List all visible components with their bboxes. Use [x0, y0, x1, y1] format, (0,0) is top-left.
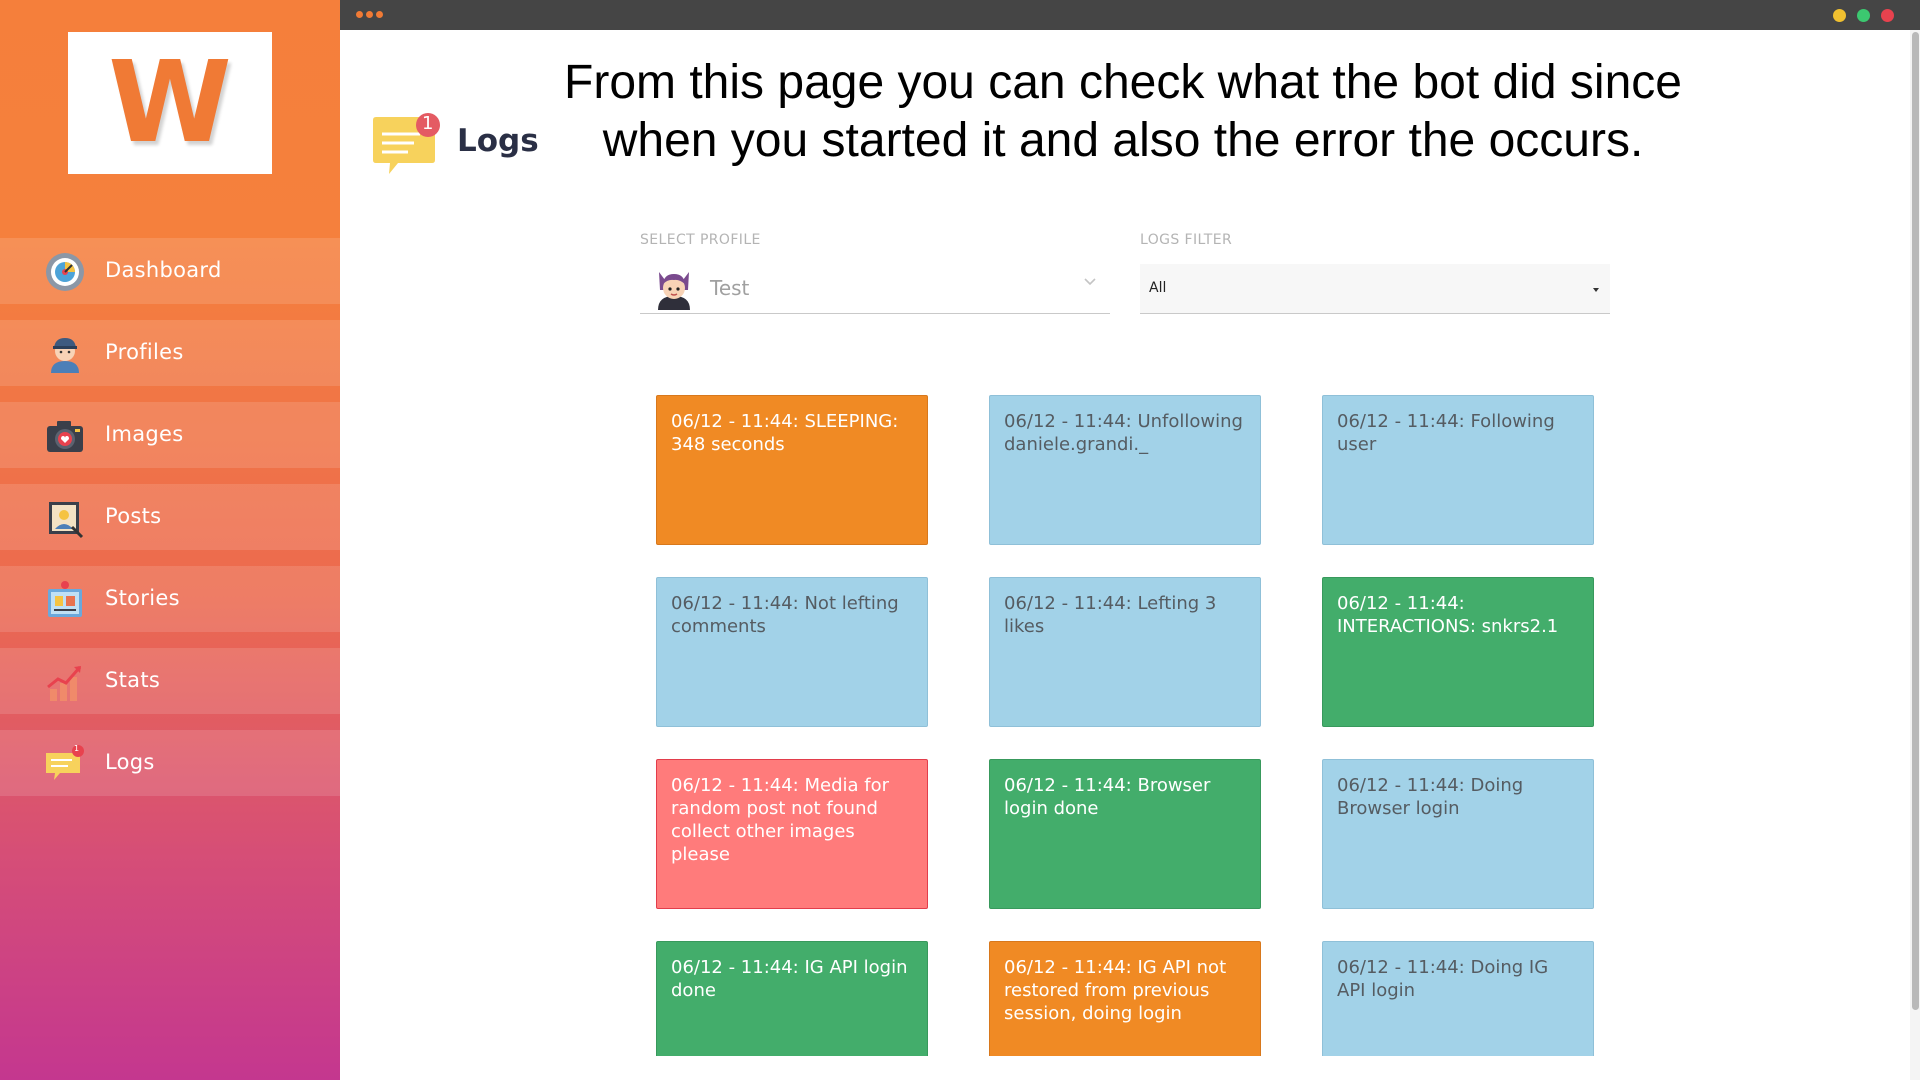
- log-card-success[interactable]: 06/12 - 11:44: Browser login done: [989, 759, 1261, 909]
- profile-select-value: Test: [710, 276, 750, 300]
- log-card-info[interactable]: 06/12 - 11:44: Not lefting comments: [656, 577, 928, 727]
- log-card-info[interactable]: 06/12 - 11:44: Lefting 3 likes: [989, 577, 1261, 727]
- log-card-warning[interactable]: 06/12 - 11:44: IG API not restored from …: [989, 941, 1261, 1056]
- log-card-warning[interactable]: 06/12 - 11:44: SLEEPING: 348 seconds: [656, 395, 928, 545]
- profile-avatar-icon: [658, 272, 690, 310]
- log-card-info[interactable]: 06/12 - 11:44: Unfollowing daniele.grand…: [989, 395, 1261, 545]
- log-card-info[interactable]: 06/12 - 11:44: Doing Browser login: [1322, 759, 1594, 909]
- log-card-info[interactable]: 06/12 - 11:44: Following user: [1322, 395, 1594, 545]
- logs-filter-value: All: [1149, 280, 1167, 296]
- chevron-down-icon: [1084, 278, 1096, 286]
- logs-filter-label: LOGS FILTER: [1140, 232, 1233, 248]
- log-card-success[interactable]: 06/12 - 11:44: IG API login done: [656, 941, 928, 1056]
- page-title: Logs: [457, 123, 539, 159]
- logs-filter-select[interactable]: All: [1140, 264, 1610, 314]
- caret-down-icon: [1593, 288, 1599, 292]
- page-notification-badge: 1: [422, 113, 434, 134]
- log-card-success[interactable]: 06/12 - 11:44: INTERACTIONS: snkrs2.1: [1322, 577, 1594, 727]
- instruction-text: From this page you can check what the bo…: [564, 56, 1682, 167]
- profile-select-label: SELECT PROFILE: [640, 232, 761, 248]
- log-card-error[interactable]: 06/12 - 11:44: Media for random post not…: [656, 759, 928, 909]
- profile-select[interactable]: Test: [640, 262, 1110, 314]
- log-card-info[interactable]: 06/12 - 11:44: Doing IG API login: [1322, 941, 1594, 1056]
